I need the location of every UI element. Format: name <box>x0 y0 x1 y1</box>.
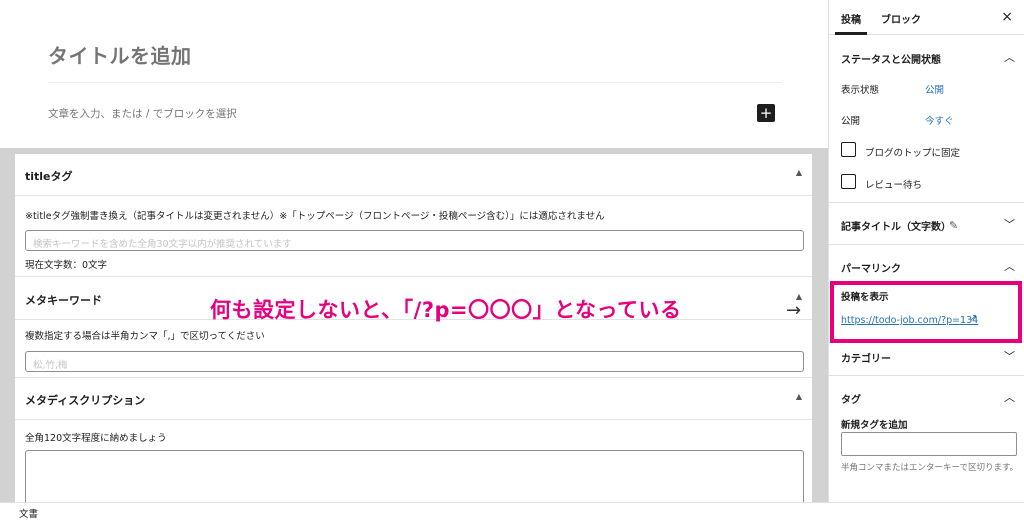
title-tag-input[interactable]: 検索キーワードを含めた全角30文字以内が推奨されています <box>25 230 804 251</box>
publish-value[interactable]: 今すぐ <box>925 113 954 127</box>
article-title-panel-title: 記事タイトル（文字数） <box>841 222 951 233</box>
title-tag-counter: 現在文字数：0文字 <box>25 260 108 271</box>
meta-box-area: titleタグ ▲ ※titleタグ強制書き換え（記事タイトルは変更されません）… <box>0 148 828 502</box>
chevron-up-icon: ︿ <box>1004 391 1015 404</box>
tag-input[interactable] <box>841 432 1017 456</box>
description-section-header[interactable]: メタディスクリプション ▲ <box>15 378 812 420</box>
title-tag-heading: titleタグ <box>25 170 73 183</box>
post-title-placeholder[interactable]: タイトルを追加 <box>48 40 782 69</box>
title-divider <box>48 82 782 83</box>
breadcrumb-document[interactable]: 文書 <box>19 506 38 520</box>
description-hint: 全角120文字程度に納めましょう <box>25 433 167 444</box>
tab-post[interactable]: 投稿 <box>835 11 867 35</box>
status-panel-title: ステータスと公開状態 <box>841 55 941 66</box>
permalink-highlight-box <box>830 281 1022 343</box>
visibility-label: 表示状態 <box>841 85 880 96</box>
seo-meta-box: titleタグ ▲ ※titleタグ強制書き換え（記事タイトルは変更されません）… <box>15 154 812 502</box>
keywords-input[interactable]: 松,竹,梅 <box>25 351 804 372</box>
section-divider <box>15 276 812 277</box>
chevron-up-icon: ︿ <box>1004 260 1015 273</box>
paragraph-placeholder[interactable]: 文章を入力、または / でブロックを選択 <box>48 106 237 121</box>
sticky-checkbox[interactable] <box>841 142 856 157</box>
publish-label: 公開 <box>841 116 861 127</box>
editor-canvas: タイトルを追加 文章を入力、または / でブロックを選択 + titleタグ ▲… <box>0 0 828 502</box>
settings-sidebar: 投稿 ブロック × ステータスと公開状態 ︿ 表示状態 公開 公開 今すぐ ブロ… <box>828 0 1024 502</box>
title-tag-description: ※titleタグ強制書き換え（記事タイトルは変更されません）※「トップページ（フ… <box>25 211 605 222</box>
annotation-text: 何も設定しないと、「/?p=〇〇〇」となっている <box>210 298 682 322</box>
collapse-icon[interactable]: ▲ <box>796 168 802 177</box>
sidebar-tabs: 投稿 ブロック × <box>829 0 1024 35</box>
collapse-icon[interactable]: ▲ <box>796 392 802 401</box>
description-heading: メタディスクリプション <box>25 394 146 407</box>
status-panel-header[interactable]: ステータスと公開状態 ︿ <box>829 36 1024 78</box>
post-title-field[interactable]: タイトルを追加 <box>48 40 782 69</box>
tags-panel-title: タグ <box>841 395 861 406</box>
annotation-arrow: → <box>786 300 802 321</box>
add-block-button[interactable]: + <box>757 104 775 122</box>
description-textarea[interactable] <box>25 450 804 502</box>
tab-block[interactable]: ブロック <box>881 11 921 26</box>
pending-review-checkbox[interactable] <box>841 174 856 189</box>
close-icon[interactable]: × <box>1001 9 1013 25</box>
title-tag-section-header[interactable]: titleタグ ▲ <box>15 154 812 196</box>
permalink-panel-title: パーマリンク <box>841 264 901 275</box>
keywords-description: 複数指定する場合は半角カンマ「,」で区切ってください <box>25 331 265 342</box>
chevron-up-icon: ︿ <box>1004 51 1015 64</box>
tags-panel-header[interactable]: タグ ︿ <box>829 376 1024 418</box>
visibility-value[interactable]: 公開 <box>925 82 944 96</box>
pencil-icon: ✎ <box>949 219 959 232</box>
categories-panel-title: カテゴリー <box>841 354 891 365</box>
add-tag-label: 新規タグを追加 <box>841 420 908 431</box>
pending-review-label: レビュー待ち <box>865 180 923 191</box>
footer-breadcrumb-bar: 文書 <box>0 502 1024 520</box>
article-title-panel-header[interactable]: 記事タイトル（文字数） ﹀ <box>829 203 1024 245</box>
sticky-label: ブログのトップに固定 <box>865 148 961 159</box>
tag-help-text: 半角コンマまたはエンターキーで区切ります。 <box>841 463 1019 473</box>
chevron-down-icon: ﹀ <box>1004 218 1015 231</box>
chevron-down-icon: ﹀ <box>1004 350 1015 363</box>
keywords-heading: メタキーワード <box>25 294 102 307</box>
